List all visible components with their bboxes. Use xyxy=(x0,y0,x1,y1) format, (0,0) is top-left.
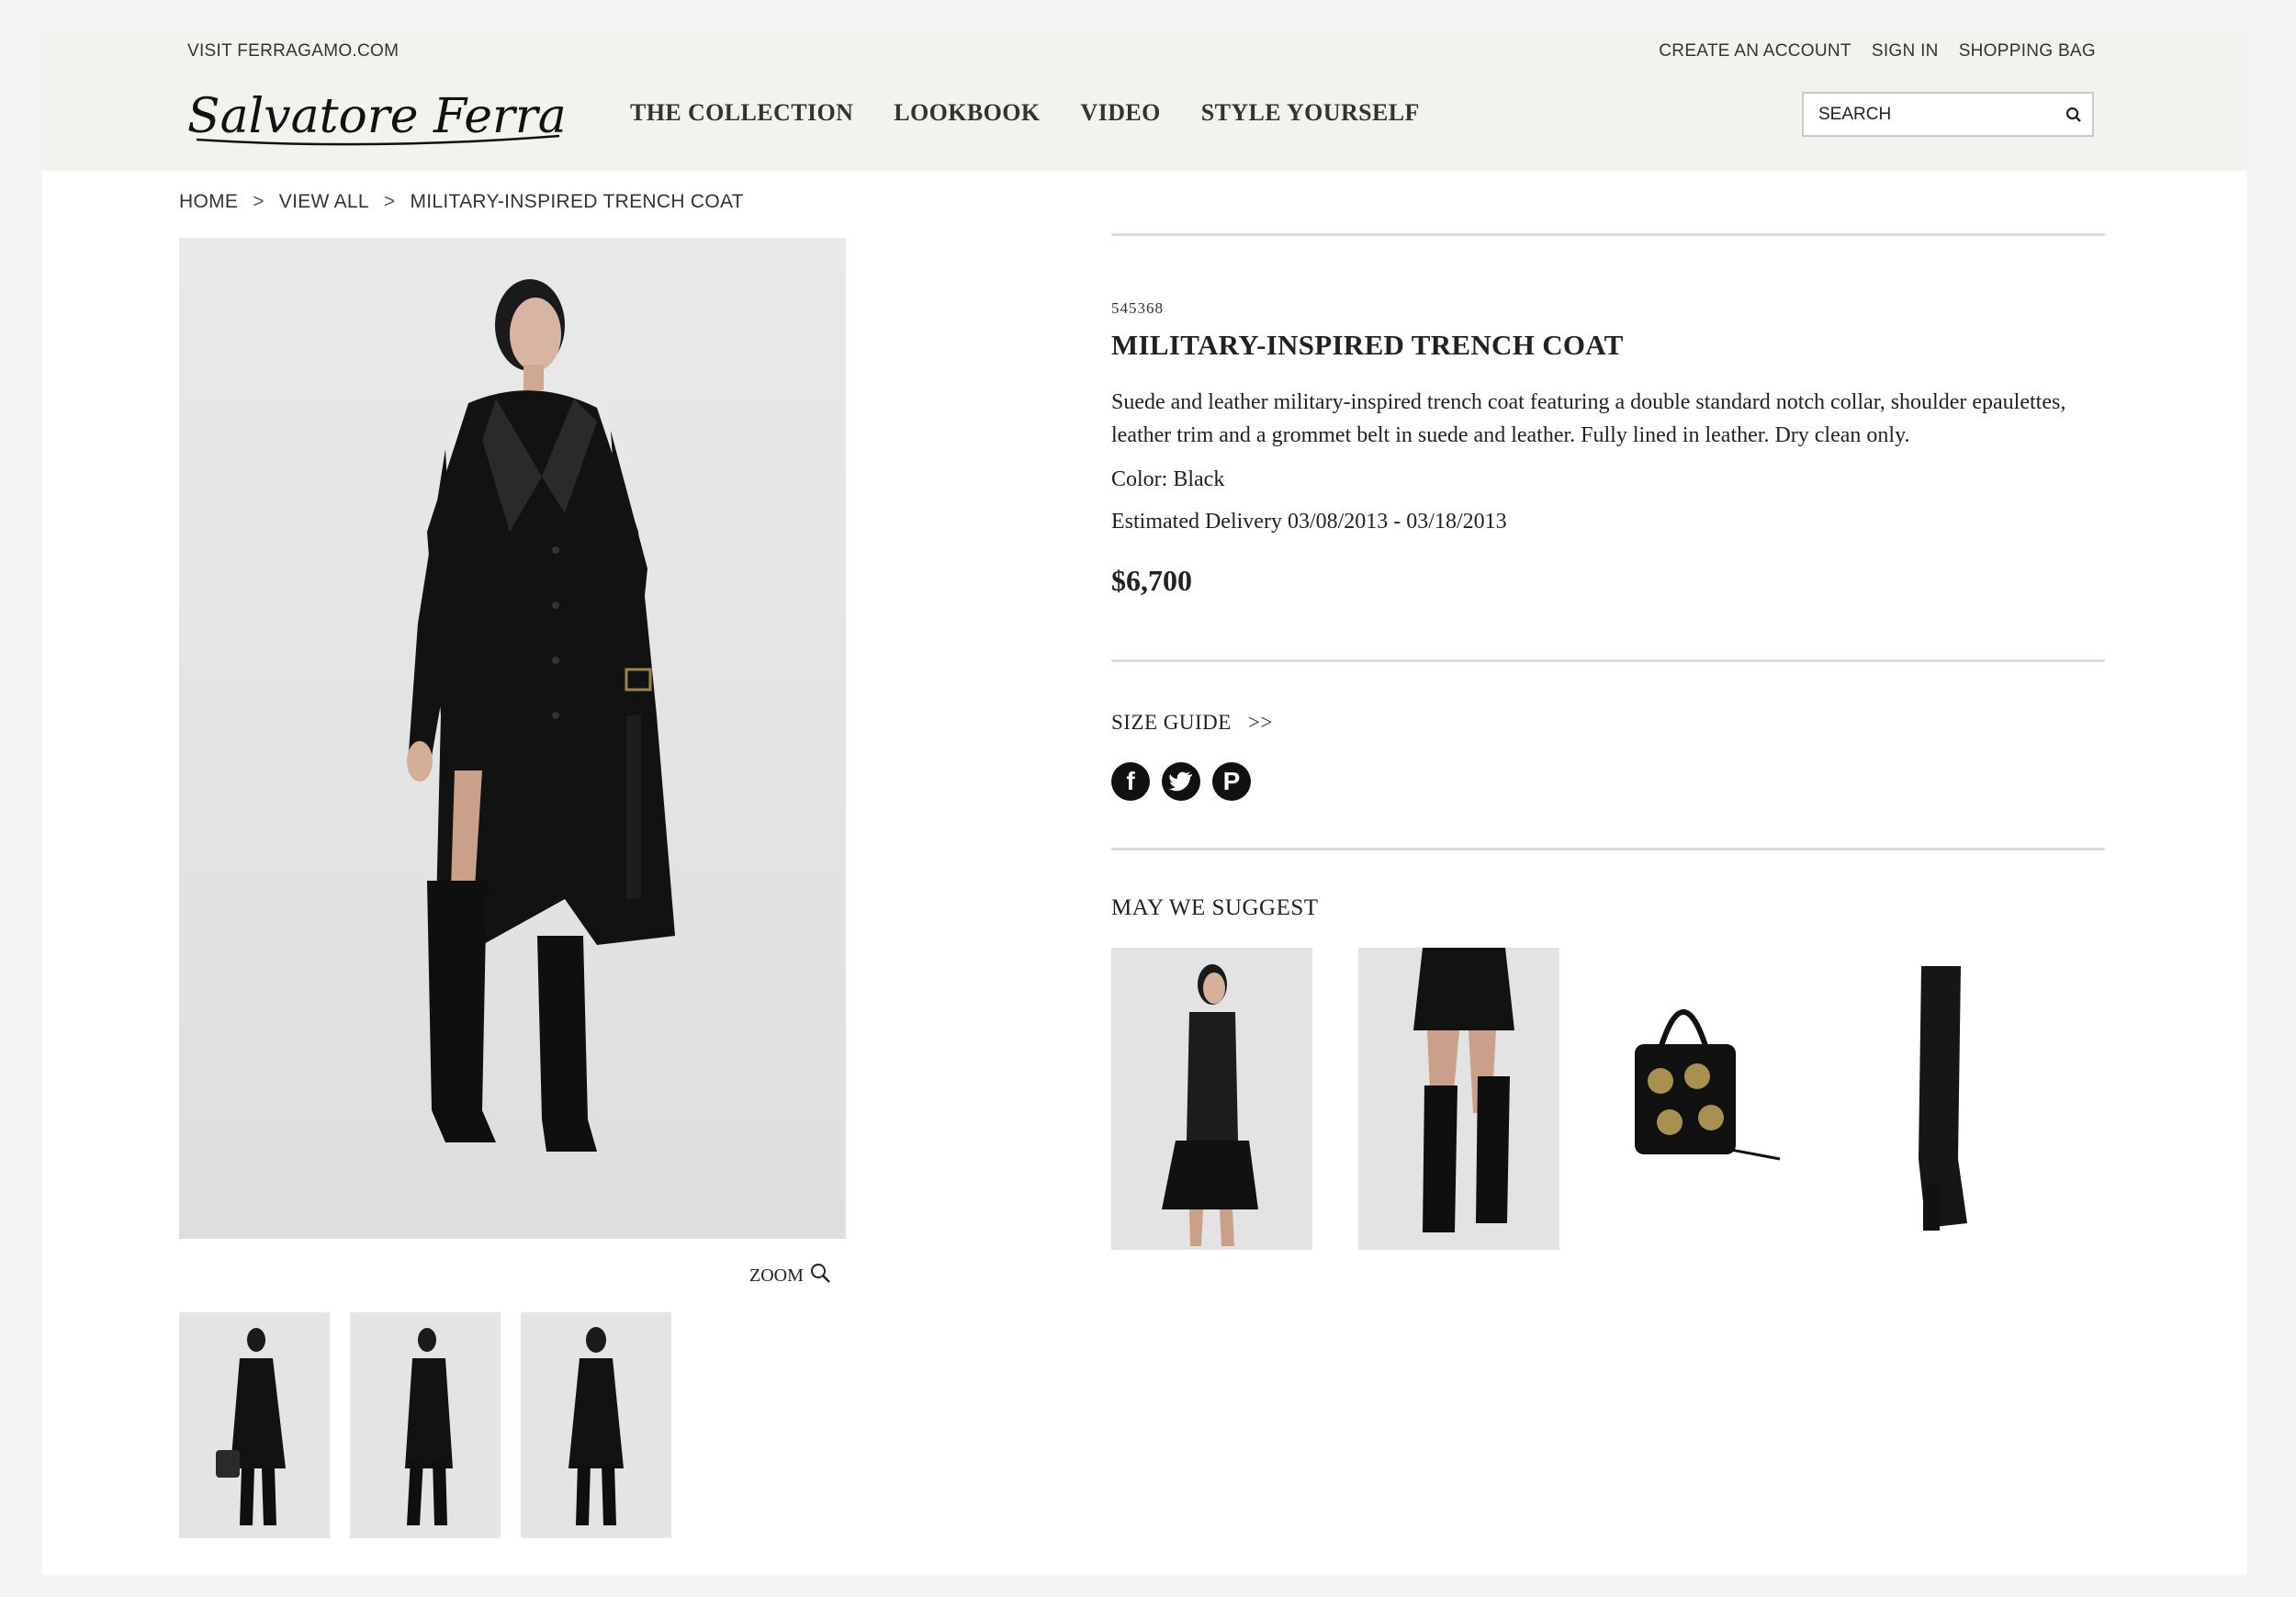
thumbnail-strip xyxy=(179,1312,671,1538)
product-title: MILITARY-INSPIRED TRENCH COAT xyxy=(1111,329,1624,361)
may-we-suggest-heading: MAY WE SUGGEST xyxy=(1111,895,1319,920)
breadcrumb-home[interactable]: HOME xyxy=(179,191,238,213)
site-header: VISIT FERRAGAMO.COM CREATE AN ACCOUNT SI… xyxy=(42,29,2246,171)
visit-ferragamo-link[interactable]: VISIT FERRAGAMO.COM xyxy=(187,41,399,62)
thumbnail-side[interactable] xyxy=(350,1312,501,1538)
nav-lookbook[interactable]: LOOKBOOK xyxy=(894,99,1040,127)
search-input[interactable] xyxy=(1818,104,2055,125)
size-guide-link[interactable]: SIZE GUIDE >> xyxy=(1111,711,1273,735)
breadcrumb: HOME > VIEW ALL > MILITARY-INSPIRED TREN… xyxy=(179,191,744,213)
divider xyxy=(1111,659,2105,662)
divider xyxy=(1111,848,2105,850)
suggestion-list xyxy=(1111,948,2054,1250)
thumbnail-front-with-bag[interactable] xyxy=(179,1312,330,1538)
estimated-delivery: Estimated Delivery 03/08/2013 - 03/18/20… xyxy=(1111,510,1507,534)
thumbnail-back[interactable] xyxy=(521,1312,671,1538)
search-icon[interactable] xyxy=(2055,96,2092,133)
search-box xyxy=(1802,92,2094,137)
create-account-link[interactable]: CREATE AN ACCOUNT xyxy=(1659,41,1851,62)
magnifier-icon xyxy=(809,1262,831,1289)
shopping-bag-link[interactable]: SHOPPING BAG xyxy=(1959,41,2096,62)
brand-logo-text: Salvatore Ferragamo xyxy=(187,89,564,144)
social-share: f P xyxy=(1111,762,1251,801)
suggestion-over-knee-boot[interactable] xyxy=(1852,948,2054,1250)
product-sku: 545368 xyxy=(1111,299,1164,317)
suggestion-leather-skirt-boots[interactable] xyxy=(1358,948,1559,1250)
product-price: $6,700 xyxy=(1111,564,1192,597)
suggestion-sheer-top-skirt[interactable] xyxy=(1111,948,1312,1250)
breadcrumb-view-all[interactable]: VIEW ALL xyxy=(279,191,369,213)
nav-the-collection[interactable]: THE COLLECTION xyxy=(630,99,853,127)
facebook-icon[interactable]: f xyxy=(1111,762,1150,801)
nav-video[interactable]: VIDEO xyxy=(1081,99,1161,127)
pinterest-icon[interactable]: P xyxy=(1212,762,1251,801)
zoom-button[interactable]: ZOOM xyxy=(749,1262,831,1289)
model-in-trench-coat-image xyxy=(407,279,675,1152)
double-chevron-right-icon: >> xyxy=(1247,711,1273,734)
page: VISIT FERRAGAMO.COM CREATE AN ACCOUNT SI… xyxy=(42,29,2246,1575)
brand-logo-signature: Salvatore Ferragamo xyxy=(187,89,700,146)
main-nav: THE COLLECTION LOOKBOOK VIDEO STYLE YOUR… xyxy=(630,99,1420,127)
zoom-label: ZOOM xyxy=(749,1265,804,1286)
breadcrumb-current: MILITARY-INSPIRED TRENCH COAT xyxy=(410,191,744,212)
product-description: Suede and leather military-inspired tren… xyxy=(1111,390,2066,447)
brand-logo[interactable]: Salvatore Ferragamo xyxy=(187,75,700,176)
breadcrumb-separator: > xyxy=(383,191,396,212)
product-color: Color: Black xyxy=(1111,467,1225,491)
nav-style-yourself[interactable]: STYLE YOURSELF xyxy=(1201,99,1420,127)
divider xyxy=(1111,233,2105,236)
twitter-icon[interactable] xyxy=(1162,762,1200,801)
account-nav: CREATE AN ACCOUNT SIGN IN SHOPPING BAG xyxy=(1659,41,2096,62)
size-guide-label: SIZE GUIDE xyxy=(1111,711,1232,734)
sign-in-link[interactable]: SIGN IN xyxy=(1872,41,1939,62)
suggestion-studded-handbag[interactable] xyxy=(1605,948,1806,1250)
main-product-image[interactable] xyxy=(179,238,846,1239)
breadcrumb-separator: > xyxy=(253,191,264,212)
